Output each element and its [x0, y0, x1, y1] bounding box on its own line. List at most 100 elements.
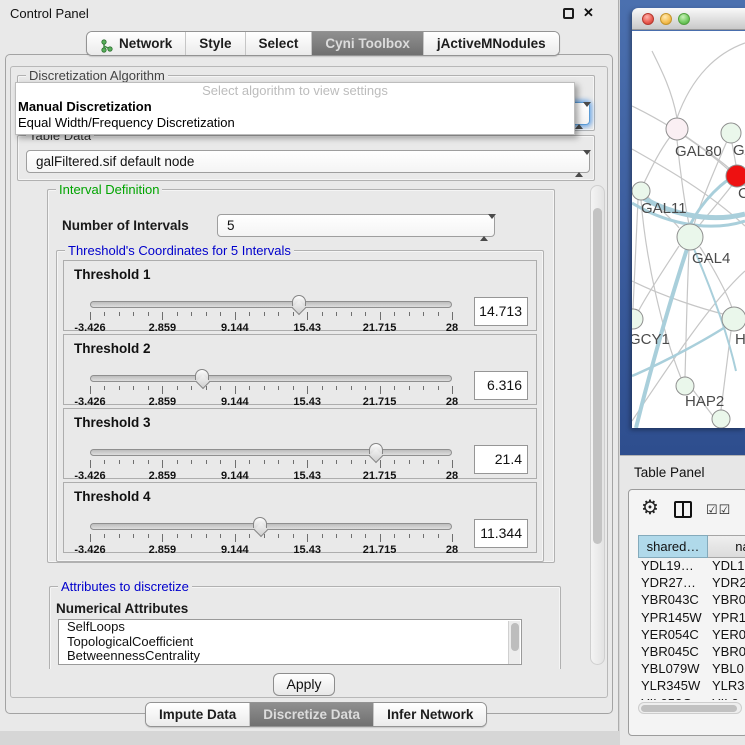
table-row[interactable]: YDL19…YDL1	[638, 558, 745, 575]
cell-name[interactable]: YLR3	[708, 678, 745, 695]
network-canvas[interactable]: GAL80GACGAL11GAL4GCY1HAHAP2	[632, 31, 745, 428]
table-row[interactable]: YBL079WYBL0	[638, 661, 745, 678]
network-node[interactable]	[712, 410, 730, 428]
cell-name[interactable]: YER0	[708, 627, 745, 644]
slider-track[interactable]	[90, 375, 452, 382]
network-window-titlebar[interactable]	[632, 8, 745, 30]
scrollbar-thumb[interactable]	[641, 705, 737, 712]
network-node[interactable]	[721, 123, 741, 143]
slider-thumb[interactable]	[195, 369, 209, 380]
column-header-name[interactable]: na	[708, 535, 745, 558]
tab-jactivemnodules[interactable]: jActiveMNodules	[423, 32, 559, 55]
slider-thumb[interactable]	[253, 517, 267, 528]
network-node[interactable]	[726, 165, 745, 187]
tab-infer-network[interactable]: Infer Network	[373, 703, 486, 726]
table-row[interactable]: YBR045CYBR0	[638, 644, 745, 661]
cell-shared-name[interactable]: YDR27…	[638, 575, 708, 592]
tab-network[interactable]: Network	[87, 32, 185, 55]
threshold-label: Threshold 1	[74, 267, 151, 282]
number-of-intervals-combobox[interactable]: 5	[217, 214, 495, 237]
cell-name[interactable]: YIL0	[708, 696, 745, 701]
cell-shared-name[interactable]: YDL19…	[638, 558, 708, 575]
attributes-list-scrollbar[interactable]	[508, 621, 520, 664]
attribute-items: SelfLoopsTopologicalCoefficientBetweenne…	[59, 620, 521, 664]
table-row[interactable]: YIL052CYIL0	[638, 696, 745, 701]
columns-icon[interactable]	[674, 501, 692, 518]
tab-style-label: Style	[199, 32, 231, 55]
table-row[interactable]: YER054CYER0	[638, 627, 745, 644]
network-node-label: HA	[735, 331, 745, 348]
slider-track[interactable]	[90, 449, 452, 456]
network-edge[interactable]	[677, 43, 745, 118]
column-header-shared-name[interactable]: shared…	[638, 535, 708, 558]
network-node[interactable]	[666, 118, 688, 140]
select-columns-checkboxes-icon[interactable]: ☑☑	[706, 502, 731, 518]
cell-shared-name[interactable]: YBL079W	[638, 661, 708, 678]
cell-shared-name[interactable]: YBR045C	[638, 644, 708, 661]
cell-name[interactable]: YBR0	[708, 644, 745, 661]
gear-icon[interactable]: ⚙	[641, 498, 659, 518]
slider-thumb[interactable]	[292, 295, 306, 306]
minimize-traffic-light[interactable]	[660, 13, 672, 25]
network-edge[interactable]	[644, 137, 670, 183]
threshold-value-field[interactable]: 14.713	[474, 297, 528, 326]
cell-name[interactable]: YBL0	[708, 661, 745, 678]
table-row[interactable]: YBR043CYBR0	[638, 592, 745, 609]
threshold-slider[interactable]: -3.4262.8599.14415.4321.71528	[90, 301, 452, 331]
slider-ticks	[90, 534, 452, 543]
table-data-combobox[interactable]: galFiltered.sif default node	[26, 150, 590, 173]
tab-select[interactable]: Select	[245, 32, 312, 55]
cell-name[interactable]: YBR0	[708, 592, 745, 609]
apply-button[interactable]: Apply	[273, 673, 335, 696]
network-edge[interactable]	[633, 200, 638, 309]
zoom-traffic-light[interactable]	[678, 13, 690, 25]
numerical-attributes-list[interactable]: SelfLoopsTopologicalCoefficientBetweenne…	[58, 619, 522, 665]
network-node[interactable]	[632, 309, 643, 329]
cell-name[interactable]: YDL1	[708, 558, 745, 575]
threshold-value-field[interactable]: 6.316	[474, 371, 528, 400]
network-edge[interactable]	[652, 51, 677, 118]
tab-cyni-toolbox[interactable]: Cyni Toolbox	[311, 32, 423, 55]
network-node-label: HAP2	[685, 393, 724, 410]
settings-vertical-scrollbar[interactable]	[590, 185, 605, 665]
tab-style[interactable]: Style	[185, 32, 244, 55]
threshold-label: Threshold 3	[74, 415, 151, 430]
cell-shared-name[interactable]: YPR145W	[638, 610, 708, 627]
slider-thumb[interactable]	[369, 443, 383, 454]
cell-shared-name[interactable]: YER054C	[638, 627, 708, 644]
network-edge[interactable]	[638, 246, 679, 312]
popup-option-equal-width[interactable]: Equal Width/Frequency Discretization	[16, 115, 574, 131]
tab-impute-data[interactable]: Impute Data	[146, 703, 249, 726]
close-traffic-light[interactable]	[642, 13, 654, 25]
slider-ticks	[90, 386, 452, 395]
cell-shared-name[interactable]: YLR345W	[638, 678, 708, 695]
float-window-icon[interactable]	[563, 8, 574, 19]
threshold-slider[interactable]: -3.4262.8599.14415.4321.71528	[90, 523, 452, 553]
table-row[interactable]: YPR145WYPR1	[638, 610, 745, 627]
threshold-slider[interactable]: -3.4262.8599.14415.4321.71528	[90, 375, 452, 405]
table-row[interactable]: YLR345WYLR3	[638, 678, 745, 695]
attribute-list-item[interactable]: TopologicalCoefficient	[59, 635, 521, 650]
close-icon[interactable]: ✕	[583, 5, 594, 21]
scrollbar-thumb[interactable]	[593, 208, 602, 544]
cell-shared-name[interactable]: YBR043C	[638, 592, 708, 609]
table-horizontal-scrollbar[interactable]	[638, 702, 742, 714]
cell-shared-name[interactable]: YIL052C	[638, 696, 708, 701]
network-node[interactable]	[677, 224, 703, 250]
network-node[interactable]	[632, 182, 650, 200]
table-row[interactable]: YDR27…YDR2	[638, 575, 745, 592]
slider-track[interactable]	[90, 523, 452, 530]
attribute-list-item[interactable]: SelfLoops	[59, 620, 521, 635]
cell-name[interactable]: YPR1	[708, 610, 745, 627]
threshold-value-field[interactable]: 21.4	[474, 445, 528, 474]
network-edge[interactable]	[685, 250, 689, 377]
slider-track[interactable]	[90, 301, 452, 308]
network-node[interactable]	[722, 307, 745, 331]
cell-name[interactable]: YDR2	[708, 575, 745, 592]
attribute-list-item[interactable]: BetweennessCentrality	[59, 649, 521, 664]
popup-option-manual-discretization[interactable]: Manual Discretization	[16, 99, 574, 115]
interval-definition-title: Interval Definition	[56, 183, 162, 197]
threshold-value-field[interactable]: 11.344	[474, 519, 528, 548]
threshold-slider[interactable]: -3.4262.8599.14415.4321.71528	[90, 449, 452, 479]
tab-discretize-data[interactable]: Discretize Data	[249, 703, 373, 726]
